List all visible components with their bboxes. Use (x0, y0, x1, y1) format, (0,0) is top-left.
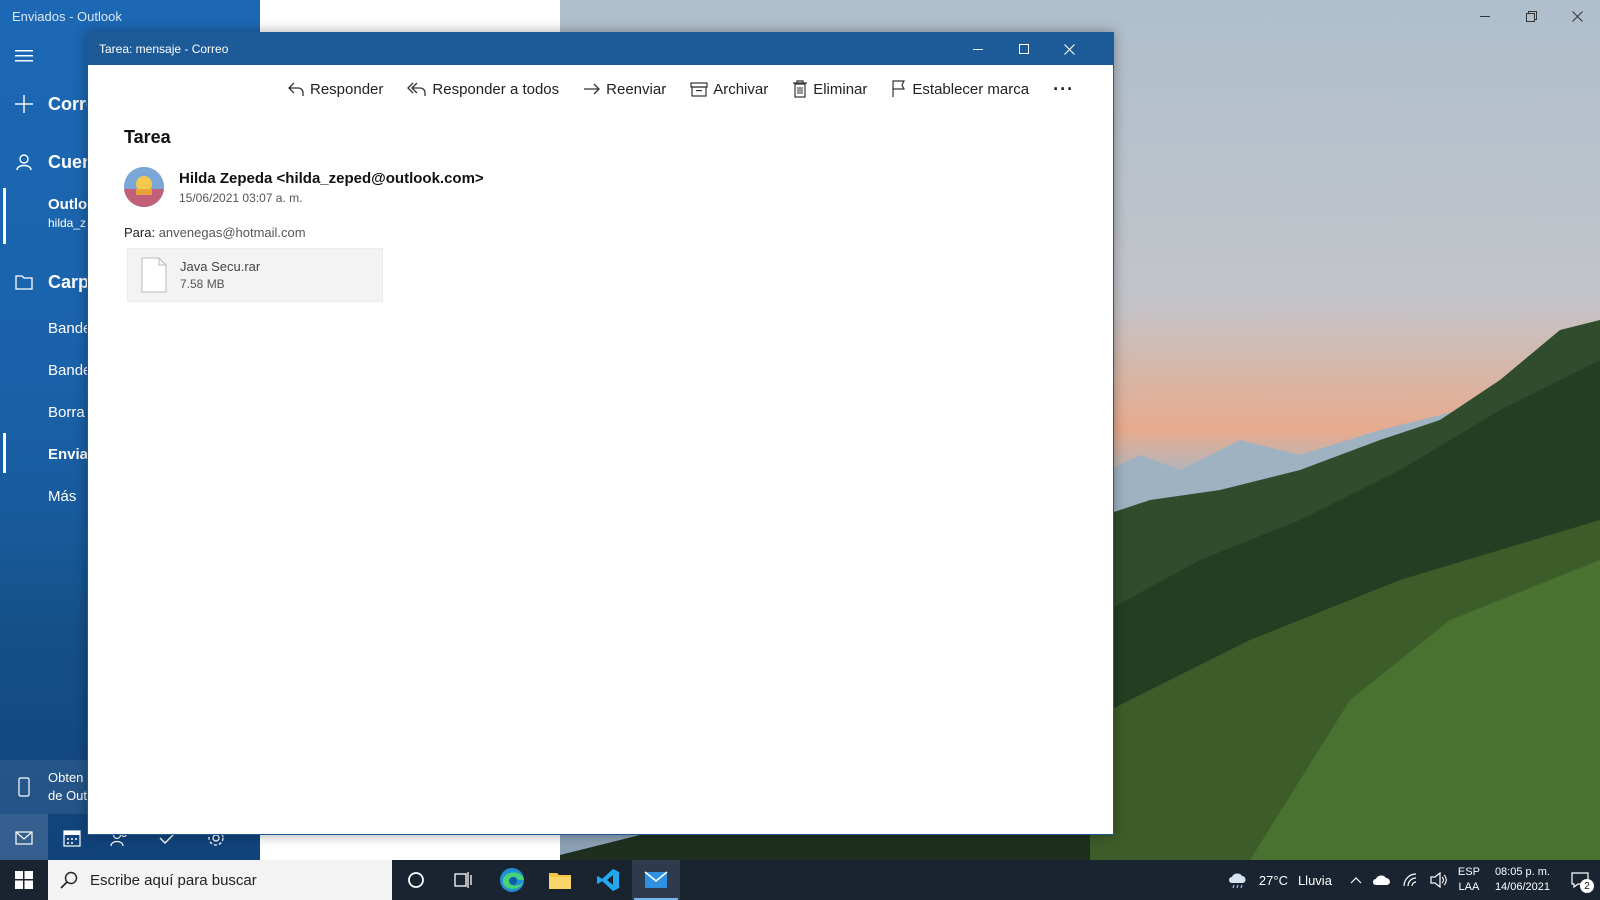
cortana-button[interactable] (392, 860, 440, 900)
get-app-label-2: de Out (48, 788, 88, 803)
flag-icon (892, 80, 906, 97)
account-active-indicator (3, 188, 6, 244)
weather-temp: 27°C (1258, 872, 1288, 888)
folder-item-sent[interactable]: Envia (48, 446, 88, 463)
weather-widget[interactable]: 27°C Lluvia (1222, 860, 1337, 900)
clock-date: 14/06/2021 (1494, 881, 1550, 893)
lang-top: ESP (1457, 866, 1480, 878)
delete-label: Eliminar (813, 80, 868, 98)
file-explorer-button[interactable] (536, 860, 584, 900)
folder-icon (0, 274, 48, 290)
to-label: Para: (124, 225, 156, 240)
account-email: hilda_z (48, 216, 87, 230)
account-name[interactable]: Outlo (48, 196, 87, 213)
chevron-up-icon[interactable] (1345, 860, 1367, 900)
notification-badge: 2 (1580, 879, 1594, 893)
minimize-icon[interactable] (1462, 0, 1508, 32)
close-icon[interactable] (1554, 0, 1600, 32)
message-toolbar: Responder Responder a todos Reenviar Arc… (275, 73, 1086, 105)
vscode-app-button[interactable] (584, 860, 632, 900)
reply-label: Responder (310, 80, 384, 98)
weather-description: Lluvia (1297, 872, 1332, 888)
get-app-label-1: Obten (48, 770, 84, 785)
desktop-window-controls (1462, 0, 1600, 32)
archive-icon (690, 82, 708, 97)
search-placeholder: Escribe aquí para buscar (90, 871, 257, 889)
forward-label: Reenviar (606, 80, 667, 98)
attachment-name: Java Secu.rar (180, 259, 261, 274)
folder-item-more[interactable]: Más (48, 488, 76, 505)
taskbar: Escribe aquí para buscar 27°C Lluvia ESP… (0, 860, 1600, 900)
search-icon (60, 871, 78, 889)
folder-icon (549, 873, 571, 889)
wifi-icon[interactable] (1397, 860, 1425, 900)
forward-arrow-icon (584, 83, 601, 95)
language-indicator[interactable]: ESP LAA (1453, 860, 1485, 900)
plus-icon (0, 95, 48, 113)
file-icon (128, 257, 180, 293)
cortana-circle-icon (408, 872, 424, 888)
forward-button[interactable]: Reenviar (571, 73, 678, 105)
archive-label: Archivar (713, 80, 769, 98)
task-view-icon (454, 872, 472, 888)
minimize-icon[interactable] (955, 33, 1001, 65)
restore-icon[interactable] (1508, 0, 1554, 32)
taskbar-search-box[interactable]: Escribe aquí para buscar (48, 860, 392, 900)
vscode-icon (597, 869, 619, 891)
sender-avatar (124, 167, 164, 207)
mail-envelope-icon (644, 871, 668, 888)
reply-icon (288, 82, 304, 96)
archive-button[interactable]: Archivar (678, 73, 780, 105)
edge-browser-icon (500, 868, 524, 892)
clock[interactable]: 08:05 p. m. 14/06/2021 (1485, 860, 1560, 900)
attachment-size: 7.58 MB (180, 277, 225, 291)
lang-bottom: LAA (1458, 881, 1480, 893)
outlook-window-title: Enviados - Outlook (12, 9, 122, 24)
mail-icon[interactable] (0, 814, 48, 860)
task-view-button[interactable] (440, 860, 488, 900)
to-address[interactable]: anvenegas@hotmail.com (159, 225, 306, 240)
message-window-titlebar: Tarea: mensaje - Correo (88, 33, 1113, 65)
message-window: Tarea: mensaje - Correo Responder Respon… (87, 32, 1114, 835)
windows-logo-icon (15, 871, 33, 889)
trash-icon (793, 80, 808, 98)
recipient-line: Para: anvenegas@hotmail.com (124, 225, 306, 240)
more-options-button[interactable]: ··· (1041, 73, 1086, 105)
maximize-icon[interactable] (1001, 33, 1047, 65)
clock-time: 08:05 p. m. (1494, 866, 1550, 878)
edge-app-button[interactable] (488, 860, 536, 900)
volume-icon[interactable] (1425, 860, 1453, 900)
folder-item[interactable]: Bande (48, 320, 91, 337)
sent-date: 15/06/2021 03:07 a. m. (179, 191, 303, 205)
sent-folder-indicator (3, 433, 6, 473)
mail-app-button[interactable] (632, 860, 680, 900)
reply-all-label: Responder a todos (432, 80, 560, 98)
sender-name: Hilda Zepeda <hilda_zeped@outlook.com> (179, 170, 484, 187)
rain-cloud-icon (1228, 873, 1246, 889)
folder-item[interactable]: Borra (48, 404, 85, 421)
flag-button[interactable]: Establecer marca (879, 73, 1041, 105)
reply-button[interactable]: Responder (275, 73, 395, 105)
reply-all-icon (407, 82, 427, 96)
reply-all-button[interactable]: Responder a todos (395, 73, 571, 105)
close-icon[interactable] (1046, 33, 1092, 65)
message-window-title: Tarea: mensaje - Correo (99, 42, 229, 56)
message-subject: Tarea (124, 127, 171, 147)
delete-button[interactable]: Eliminar (780, 73, 879, 105)
folder-item[interactable]: Bande (48, 362, 91, 379)
system-tray: 27°C Lluvia ESP LAA 08:05 p. m. 14/06/20… (1222, 860, 1600, 900)
notification-center-button[interactable]: 2 (1560, 860, 1600, 900)
hamburger-icon (0, 49, 48, 63)
onedrive-cloud-icon[interactable] (1367, 860, 1397, 900)
person-icon (0, 153, 48, 171)
flag-label: Establecer marca (912, 80, 1030, 98)
start-button[interactable] (0, 860, 48, 900)
phone-icon (0, 763, 48, 811)
attachment-card[interactable]: Java Secu.rar 7.58 MB (127, 248, 383, 302)
